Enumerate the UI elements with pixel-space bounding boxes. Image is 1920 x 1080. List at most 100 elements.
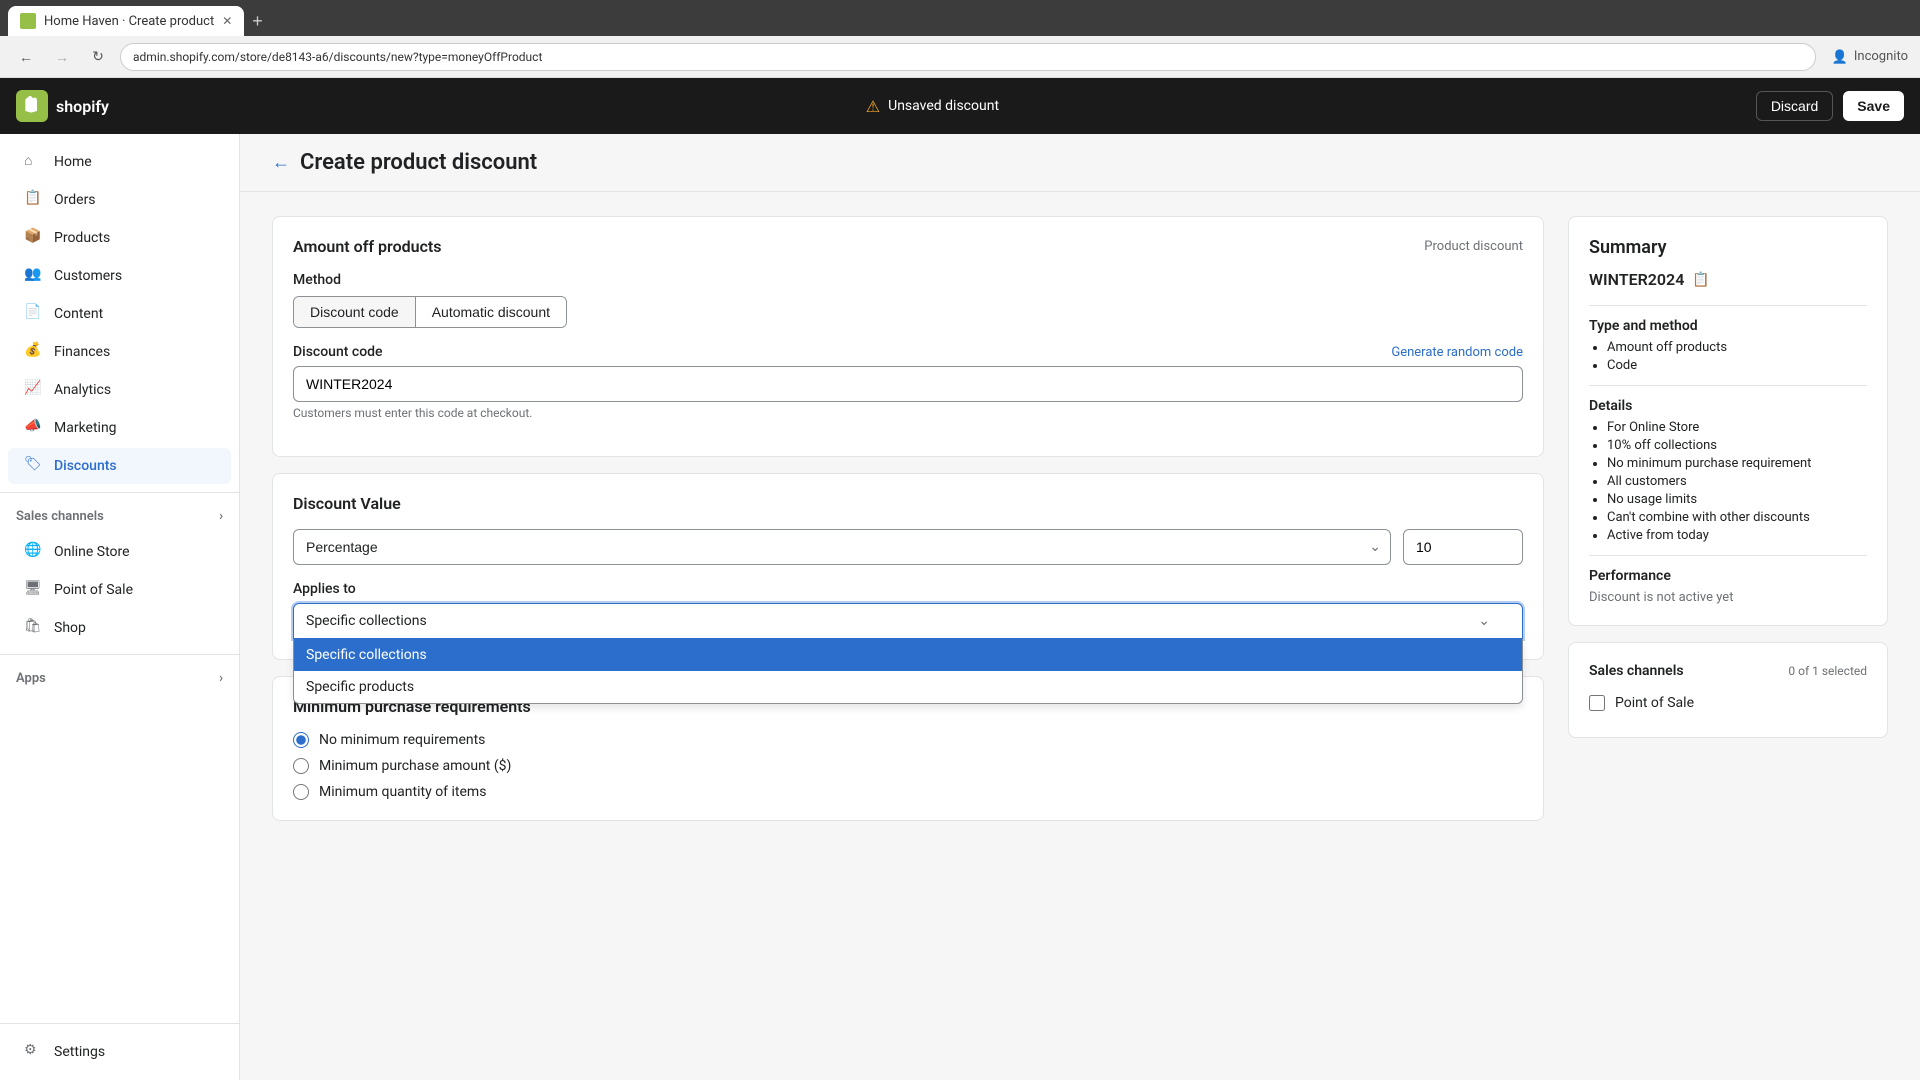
detail-item-6: Active from today xyxy=(1607,528,1867,543)
page-header: ← Create product discount xyxy=(240,134,1920,192)
tab-title: Home Haven · Create product xyxy=(44,14,214,29)
sidebar-item-point-of-sale[interactable]: 🖥 Point of Sale xyxy=(8,572,231,608)
pos-checkbox[interactable] xyxy=(1589,695,1605,711)
discount-code-input[interactable] xyxy=(293,366,1523,402)
page-title: Create product discount xyxy=(300,150,537,175)
content-wrapper: Amount off products Product discount Met… xyxy=(240,192,1920,845)
type-item-1: Amount off products xyxy=(1607,340,1867,355)
sidebar: ⌂ Home 📋 Orders 📦 Products 👥 Customers 📄… xyxy=(0,134,240,1080)
sidebar-item-finances[interactable]: 💰 Finances xyxy=(8,334,231,370)
marketing-icon: 📣 xyxy=(24,418,44,438)
sidebar-item-orders[interactable]: 📋 Orders xyxy=(8,182,231,218)
sidebar-divider xyxy=(0,492,239,493)
incognito-icon[interactable]: 👤 xyxy=(1832,43,1848,71)
radio-no-min-input[interactable] xyxy=(293,732,309,748)
type-method-title: Type and method xyxy=(1589,318,1867,334)
save-button[interactable]: Save xyxy=(1843,91,1904,121)
unsaved-label: Unsaved discount xyxy=(888,98,999,114)
discounts-icon: 🏷 xyxy=(24,456,44,476)
summary-code-value: WINTER2024 xyxy=(1589,270,1684,289)
discount-value-row: Percentage Fixed amount ⌄ % xyxy=(293,529,1523,565)
tab-automatic-discount[interactable]: Automatic discount xyxy=(416,297,566,327)
applies-to-group: Applies to Specific collections ⌄ Specif… xyxy=(293,581,1523,639)
discount-value-title: Discount Value xyxy=(293,494,1523,513)
sales-channels-card-title: Sales channels xyxy=(1589,663,1684,679)
generate-random-link[interactable]: Generate random code xyxy=(1391,345,1523,360)
browser-nav-actions: 👤 Incognito xyxy=(1832,43,1908,71)
radio-no-min[interactable]: No minimum requirements xyxy=(293,732,1523,748)
analytics-icon: 📈 xyxy=(24,380,44,400)
tab-favicon xyxy=(20,13,36,29)
discount-code-header-row: Discount code Generate random code xyxy=(293,344,1523,360)
sidebar-item-shop[interactable]: 🛍 Shop xyxy=(8,610,231,646)
details-section: Details For Online Store 10% off collect… xyxy=(1589,398,1867,543)
percentage-select[interactable]: Percentage Fixed amount xyxy=(293,529,1391,565)
summary-card: Summary WINTER2024 📋 Type and method Amo… xyxy=(1568,216,1888,626)
nav-forward-button[interactable]: → xyxy=(48,43,76,71)
content-icon: 📄 xyxy=(24,304,44,324)
tab-close-icon[interactable]: ✕ xyxy=(222,14,232,28)
radio-min-amount[interactable]: Minimum purchase amount ($) xyxy=(293,758,1523,774)
orders-icon: 📋 xyxy=(24,190,44,210)
sidebar-item-content[interactable]: 📄 Content xyxy=(8,296,231,332)
sidebar-item-marketing[interactable]: 📣 Marketing xyxy=(8,410,231,446)
shopify-topbar: shopify ⚠ Unsaved discount Discard Save xyxy=(0,78,1920,134)
shopify-logo[interactable]: shopify xyxy=(16,90,109,122)
percentage-value-input[interactable] xyxy=(1404,539,1523,555)
applies-to-field[interactable]: Specific collections ⌄ xyxy=(293,603,1523,639)
summary-code-row: WINTER2024 📋 xyxy=(1589,270,1867,289)
logo-text: shopify xyxy=(56,97,109,116)
sidebar-item-customers[interactable]: 👥 Customers xyxy=(8,258,231,294)
sales-channels-section-header[interactable]: Sales channels › xyxy=(0,501,239,532)
apps-section-header[interactable]: Apps › xyxy=(0,663,239,694)
radio-no-min-label: No minimum requirements xyxy=(319,732,485,748)
card-header-row: Amount off products Product discount xyxy=(293,237,1523,256)
pos-icon: 🖥 xyxy=(24,580,44,600)
online-store-icon: 🌐 xyxy=(24,542,44,562)
sales-channels-header-row: Sales channels 0 of 1 selected xyxy=(1589,663,1867,679)
sidebar-item-home[interactable]: ⌂ Home xyxy=(8,144,231,180)
copy-icon[interactable]: 📋 xyxy=(1692,272,1709,288)
sidebar-item-products[interactable]: 📦 Products xyxy=(8,220,231,256)
tab-discount-code[interactable]: Discount code xyxy=(294,297,416,327)
radio-min-amount-input[interactable] xyxy=(293,758,309,774)
summary-title: Summary xyxy=(1589,237,1867,258)
sidebar-item-discounts[interactable]: 🏷 Discounts xyxy=(8,448,231,484)
browser-tab[interactable]: Home Haven · Create product ✕ xyxy=(8,6,244,36)
back-button[interactable]: ← xyxy=(272,152,290,173)
summary-divider-2 xyxy=(1589,385,1867,386)
sidebar-divider-2 xyxy=(0,654,239,655)
sidebar-label-shop: Shop xyxy=(54,620,86,636)
nav-back-button[interactable]: ← xyxy=(12,43,40,71)
sidebar-label-customers: Customers xyxy=(54,268,122,284)
radio-min-qty[interactable]: Minimum quantity of items xyxy=(293,784,1523,800)
summary-divider-1 xyxy=(1589,305,1867,306)
details-list: For Online Store 10% off collections No … xyxy=(1589,420,1867,543)
discard-button[interactable]: Discard xyxy=(1756,91,1833,121)
detail-item-1: 10% off collections xyxy=(1607,438,1867,453)
browser-chrome: Home Haven · Create product ✕ + xyxy=(0,0,1920,36)
sidebar-item-online-store[interactable]: 🌐 Online Store xyxy=(8,534,231,570)
nav-refresh-button[interactable]: ↻ xyxy=(84,43,112,71)
dropdown-option-collections[interactable]: Specific collections xyxy=(294,639,1522,671)
app-container: ⌂ Home 📋 Orders 📦 Products 👥 Customers 📄… xyxy=(0,134,1920,1080)
sidebar-item-settings[interactable]: ⚙ Settings xyxy=(8,1034,231,1070)
performance-title: Performance xyxy=(1589,568,1867,584)
products-icon: 📦 xyxy=(24,228,44,248)
sidebar-label-products: Products xyxy=(54,230,110,246)
method-group: Method Discount code Automatic discount xyxy=(293,272,1523,328)
new-tab-button[interactable]: + xyxy=(244,6,271,36)
sales-channels-card: Sales channels 0 of 1 selected Point of … xyxy=(1568,642,1888,738)
channel-item-pos: Point of Sale xyxy=(1589,689,1867,717)
discount-code-group: Discount code Generate random code Custo… xyxy=(293,344,1523,420)
dropdown-option-products[interactable]: Specific products xyxy=(294,671,1522,703)
discount-code-label: Discount code xyxy=(293,344,383,360)
address-bar[interactable]: admin.shopify.com/store/de8143-a6/discou… xyxy=(120,43,1816,71)
detail-item-5: Can't combine with other discounts xyxy=(1607,510,1867,525)
type-method-section: Type and method Amount off products Code xyxy=(1589,318,1867,373)
sidebar-label-pos: Point of Sale xyxy=(54,582,133,598)
performance-text: Discount is not active yet xyxy=(1589,590,1867,605)
sales-channels-count: 0 of 1 selected xyxy=(1788,664,1867,678)
radio-min-qty-input[interactable] xyxy=(293,784,309,800)
sidebar-item-analytics[interactable]: 📈 Analytics xyxy=(8,372,231,408)
